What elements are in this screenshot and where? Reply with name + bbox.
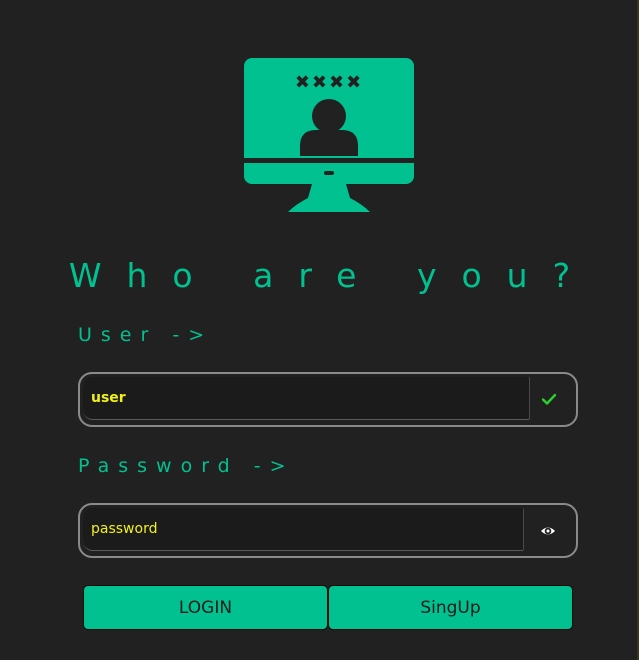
password-mask-text: ✖✖✖✖ <box>295 72 363 93</box>
check-icon <box>541 393 557 405</box>
eye-icon[interactable] <box>540 523 556 539</box>
password-field-label: Password -> <box>78 455 295 477</box>
login-button[interactable]: LOGIN <box>83 585 328 630</box>
user-field-label: User -> <box>78 324 214 346</box>
page-title: Who are you? <box>68 256 596 295</box>
password-input[interactable]: password <box>83 508 524 551</box>
signup-button[interactable]: SingUp <box>328 585 573 630</box>
user-input-value: user <box>91 390 126 406</box>
password-input-value: password <box>91 521 158 537</box>
user-field[interactable]: user <box>78 372 578 427</box>
user-input[interactable]: user <box>83 377 530 420</box>
computer-user-login-icon: ✖✖✖✖ <box>244 58 414 212</box>
password-field[interactable]: password <box>78 503 578 558</box>
